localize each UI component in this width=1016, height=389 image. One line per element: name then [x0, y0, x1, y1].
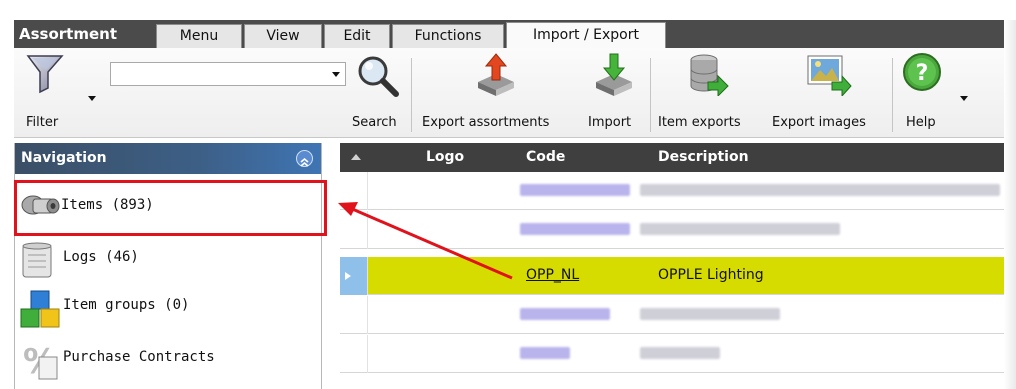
tab-functions[interactable]: Functions [392, 24, 504, 48]
table-row[interactable] [340, 296, 1016, 334]
collapse-icon[interactable] [296, 150, 313, 167]
nav-item-purchase-contracts[interactable]: % Purchase Contracts [15, 335, 321, 383]
row-indicator [340, 335, 368, 373]
grid-header: Logo Code Description [340, 143, 1016, 172]
blurred-description [640, 184, 1000, 196]
blurred-code [520, 347, 570, 359]
toolbar-separator [411, 58, 412, 132]
search-icon [358, 56, 399, 97]
sort-up-icon[interactable] [350, 152, 362, 162]
nav-item-items-label: Items (893) [61, 197, 154, 213]
filter-combo[interactable] [110, 62, 346, 86]
window-right-shadow [1004, 20, 1016, 389]
filter-combo-input[interactable] [111, 63, 321, 85]
svg-text:?: ? [916, 61, 929, 86]
window-top-margin [0, 0, 1016, 20]
ribbon-tab-bar: Assortment Menu View Edit Functions Impo… [14, 20, 1004, 48]
column-header-description[interactable]: Description [658, 149, 749, 165]
export-images-button[interactable]: Export images [768, 52, 888, 134]
item-exports-icon [690, 54, 729, 96]
help-dropdown-arrow[interactable] [960, 96, 968, 101]
nav-item-item-groups-label: Item groups (0) [63, 297, 190, 313]
navigation-title: Navigation [21, 150, 107, 166]
export-assortments-icon [478, 53, 514, 96]
toolbar-separator [650, 58, 651, 132]
purchase-contracts-icon: % [23, 342, 58, 382]
item-exports-label: Item exports [658, 115, 741, 130]
column-header-logo[interactable]: Logo [426, 149, 464, 165]
blurred-code [520, 308, 610, 320]
column-header-code[interactable]: Code [526, 149, 565, 165]
filter-icon [26, 55, 64, 94]
navigation-header: Navigation [15, 143, 321, 174]
help-icon: ? [903, 53, 941, 91]
tab-import-export[interactable]: Import / Export [506, 22, 666, 48]
blurred-description [640, 347, 720, 359]
export-assortments-label: Export assortments [422, 115, 550, 130]
tab-menu[interactable]: Menu [156, 24, 242, 48]
tab-view[interactable]: View [244, 24, 322, 48]
blurred-code [520, 223, 630, 235]
row-indicator [340, 296, 368, 334]
item-exports-button[interactable]: Item exports [654, 52, 766, 134]
export-images-icon [807, 55, 852, 96]
logs-icon [22, 242, 52, 278]
annotation-arrow [338, 202, 513, 280]
filter-button[interactable]: Filter [18, 52, 98, 134]
nav-item-item-groups[interactable]: Item groups (0) [15, 283, 321, 331]
app-title: Assortment [19, 25, 117, 43]
nav-item-logs[interactable]: Logs (46) [15, 235, 321, 283]
description-cell: OPPLE Lighting [658, 267, 764, 283]
toolbar-separator [892, 58, 893, 132]
export-images-label: Export images [772, 115, 866, 130]
tab-edit[interactable]: Edit [324, 24, 390, 48]
search-button[interactable]: Search [350, 52, 408, 134]
filter-label: Filter [26, 115, 59, 130]
blurred-description [640, 308, 780, 320]
search-label: Search [352, 115, 397, 130]
ribbon-toolbar: Filter Search Export assortments Import … [14, 48, 1004, 138]
nav-item-items[interactable]: Items (893) [15, 183, 321, 231]
items-icon [21, 195, 60, 215]
import-label: Import [588, 115, 632, 130]
item-groups-icon [20, 290, 60, 328]
import-button[interactable]: Import [584, 52, 642, 134]
import-icon [596, 53, 632, 96]
help-button[interactable]: ? Help [898, 52, 968, 134]
navigation-panel: Navigation Items (893) Logs (46) Item gr… [14, 143, 322, 389]
nav-item-logs-label: Logs (46) [63, 249, 139, 265]
blurred-description [640, 223, 840, 235]
help-label: Help [906, 115, 936, 130]
double-chevron-up-icon [300, 157, 309, 167]
code-cell[interactable]: OPP_NL [526, 267, 579, 283]
chevron-down-icon[interactable] [332, 72, 340, 77]
blurred-code [520, 184, 630, 196]
table-row[interactable] [340, 335, 1016, 373]
export-assortments-button[interactable]: Export assortments [416, 52, 578, 134]
nav-item-purchase-contracts-label: Purchase Contracts [63, 349, 215, 365]
filter-dropdown-arrow[interactable] [88, 96, 96, 101]
